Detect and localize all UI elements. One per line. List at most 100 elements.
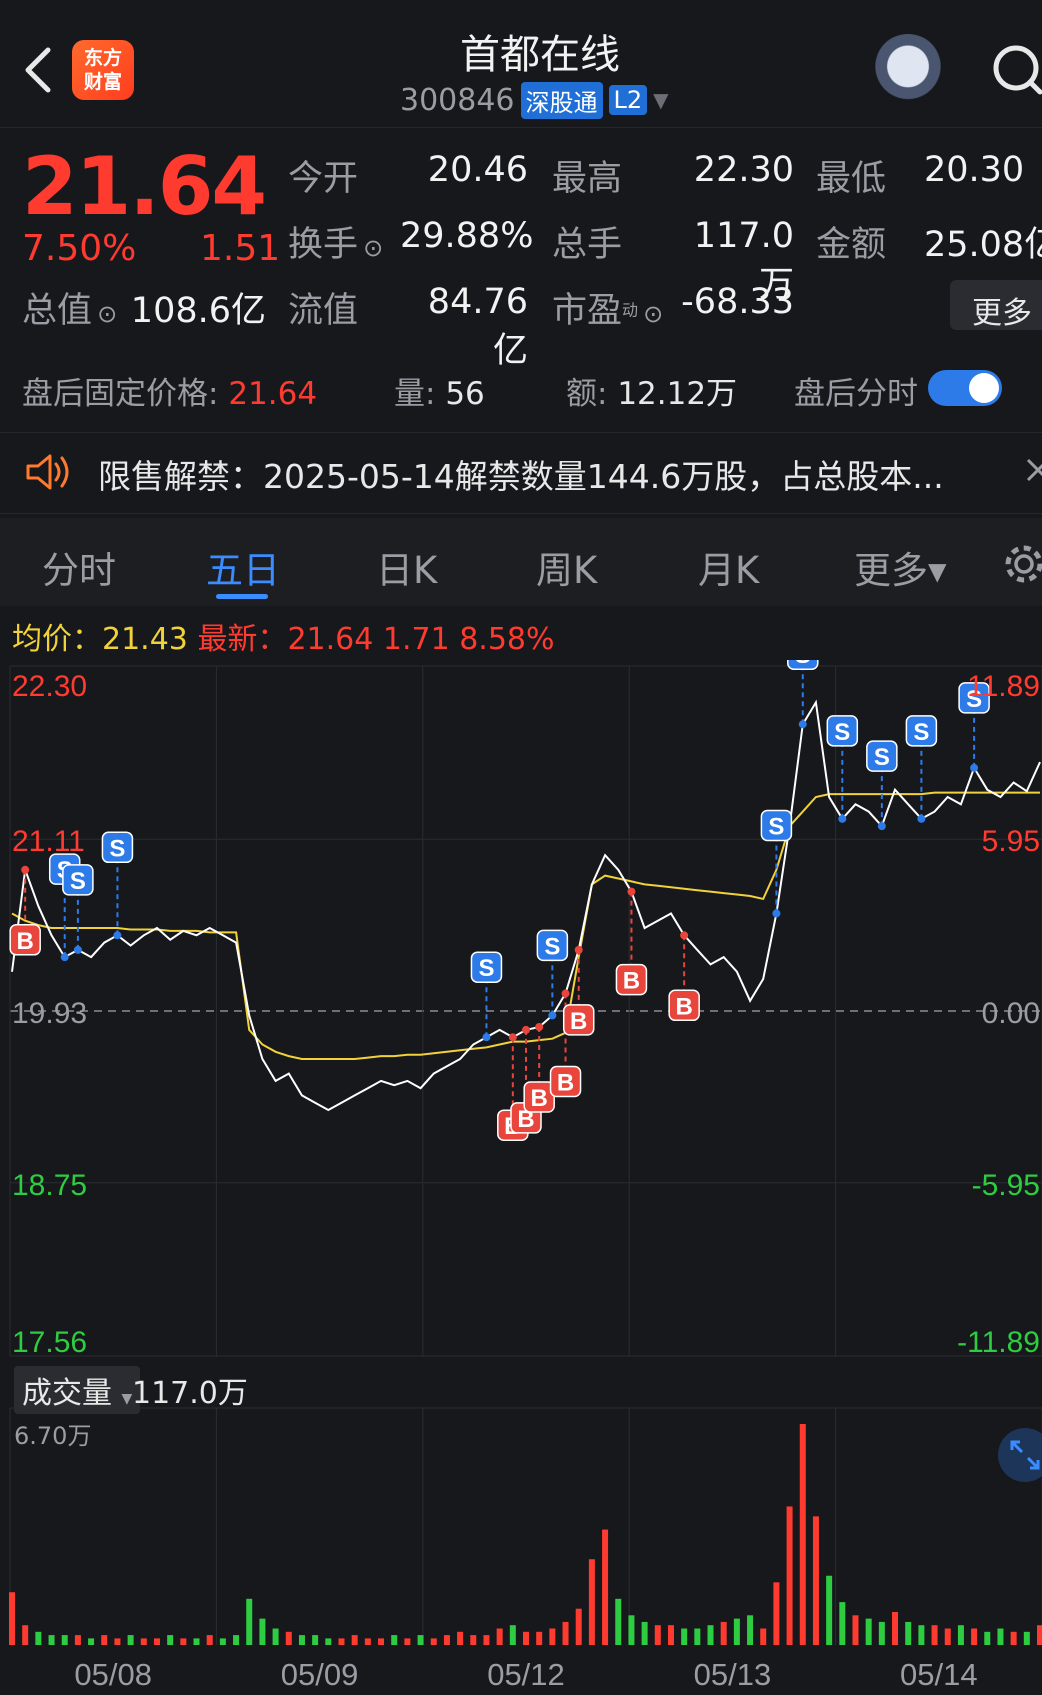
buy-point (627, 887, 636, 896)
fixed-price-label: 盘后固定价格: (22, 376, 229, 412)
more-quote-button[interactable]: 更多 (950, 280, 1042, 331)
buy-marker-label: B (557, 1070, 574, 1097)
buy-marker-label: B (623, 968, 640, 995)
volume-label: 总手 (552, 225, 623, 265)
tab-intraday[interactable]: 分时 (42, 540, 116, 594)
avg-value: 21.43 (102, 622, 188, 657)
pe-label-group[interactable]: 市盈动 ⊙ (552, 282, 663, 333)
robot-avatar-icon[interactable] (872, 34, 944, 106)
ah-amt-label: 额: (566, 376, 618, 412)
volume-bar (101, 1635, 108, 1645)
volume-bar (892, 1612, 899, 1645)
volume-indicator-selector[interactable]: 成交量 ▼ (14, 1366, 141, 1414)
float-label: 流值 (288, 291, 359, 331)
info-dots-icon: ⊙ (643, 300, 664, 328)
sell-point (482, 1033, 491, 1042)
volume-bar (957, 1625, 964, 1645)
volume-bar (417, 1635, 424, 1645)
volume-bar (22, 1625, 29, 1645)
volume-bar (654, 1625, 661, 1645)
sell-point (772, 909, 781, 918)
volume-bar (88, 1638, 95, 1645)
volume-bar (483, 1635, 490, 1645)
volume-label: 成交量 (22, 1376, 112, 1411)
volume-bar (733, 1618, 740, 1645)
x-axis-label: 05/08 (74, 1657, 152, 1692)
volume-bar (786, 1506, 793, 1645)
buy-point (508, 1033, 517, 1042)
sell-marker-label: S (109, 835, 125, 862)
volume-bar (457, 1631, 464, 1645)
sell-point (60, 953, 69, 962)
y-axis-label-right: 11.89 (967, 670, 1040, 703)
volume-bar (48, 1635, 55, 1645)
after-hours-amount: 额: 12.12万 (566, 368, 737, 413)
tab-weekly-k[interactable]: 周K (536, 540, 597, 594)
volume-bar (378, 1638, 385, 1645)
mktcap-label-group[interactable]: 总值 ⊙ (22, 282, 117, 333)
notice-close-icon[interactable] (1024, 452, 1042, 488)
volume-total: 117.0万 (132, 1376, 248, 1411)
y-axis-label-left: 18.75 (12, 1169, 87, 1202)
volume-bar (325, 1638, 332, 1645)
tab-daily-k[interactable]: 日K (376, 540, 437, 594)
open-value: 20.46 (427, 150, 528, 190)
volume-bar (878, 1621, 885, 1645)
five-day-chart[interactable]: BSSSSBSBBBBBBSSSSSS 22.3021.1119.9318.75… (0, 660, 1042, 1695)
sell-point (917, 814, 926, 823)
stock-code: 300846 (400, 82, 515, 118)
volume-bar (667, 1625, 674, 1645)
level-tag: L2 (608, 85, 648, 115)
volume-bar (1037, 1625, 1042, 1645)
volume-bar (74, 1635, 81, 1645)
ah-vol-label: 量: (394, 376, 446, 412)
pe-value: -68.33 (681, 282, 794, 322)
after-hours-volume: 量: 56 (394, 368, 485, 413)
volume-bar (61, 1635, 68, 1645)
sell-marker-label: S (795, 660, 811, 669)
tab-monthly-k[interactable]: 月K (698, 540, 759, 594)
tab-five-day[interactable]: 五日 (206, 540, 280, 594)
tab-more[interactable]: 更多▾ (854, 540, 947, 594)
volume-bar (694, 1628, 701, 1645)
after-hours-intraday-label: 盘后分时 (794, 376, 918, 412)
expand-button[interactable] (998, 1428, 1042, 1482)
volume-bar (219, 1638, 226, 1645)
info-dots-icon: ⊙ (363, 234, 384, 262)
volume-bar (127, 1635, 134, 1645)
stock-code-row[interactable]: 300846 深股通 L2 ▼ (400, 80, 669, 120)
volume-bar (984, 1631, 991, 1645)
float-value: 84.76亿 (427, 282, 528, 371)
volume-bar (918, 1625, 925, 1645)
dropdown-caret-icon: ▼ (121, 1391, 133, 1407)
volume-bar (312, 1635, 319, 1645)
sell-point (73, 945, 82, 954)
turnover-label-group[interactable]: 换手 ⊙ (288, 216, 383, 267)
volume-bar (799, 1424, 806, 1645)
y-axis-label-left: 21.11 (12, 825, 85, 858)
active-tab-indicator (216, 594, 268, 599)
app-logo: 东方 财富 (72, 40, 134, 100)
high-value: 22.30 (693, 150, 794, 190)
y-axis-label-right: 5.95 (982, 825, 1040, 858)
volume-bar (140, 1638, 147, 1645)
volume-bar (588, 1559, 595, 1645)
volume-bar (865, 1618, 872, 1645)
volume-bar (1010, 1631, 1017, 1645)
search-button[interactable] (990, 40, 1042, 100)
expand-icon (1010, 1440, 1040, 1470)
back-button[interactable] (18, 40, 62, 100)
volume-bar (562, 1621, 569, 1645)
volume-bar (272, 1628, 279, 1645)
gear-icon (1005, 545, 1042, 583)
x-axis-label: 05/09 (281, 1657, 359, 1692)
search-icon (993, 45, 1042, 95)
pct-change: 7.50% (22, 228, 137, 269)
settings-button[interactable] (1002, 542, 1042, 586)
volume-bar (971, 1628, 978, 1645)
volume-bar (997, 1628, 1004, 1645)
last-price: 21.64 (22, 140, 267, 233)
after-hours-toggle[interactable] (928, 370, 1002, 406)
fixed-price-value: 21.64 (228, 376, 318, 412)
ah-amt-value: 12.12万 (617, 376, 738, 412)
